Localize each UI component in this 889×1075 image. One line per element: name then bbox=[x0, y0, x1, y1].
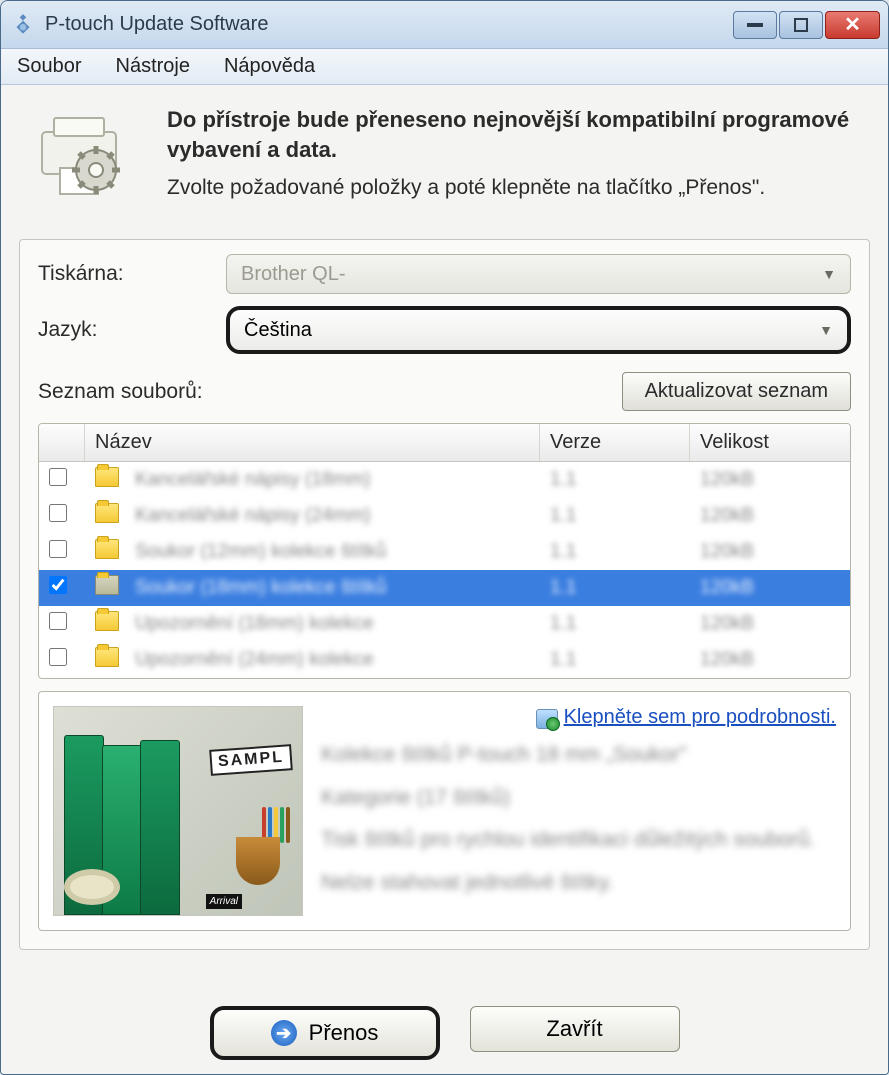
close-dialog-button[interactable]: Zavřít bbox=[470, 1006, 680, 1052]
col-size[interactable]: Velikost bbox=[690, 424, 850, 461]
language-combo[interactable]: Čeština ▼ bbox=[226, 306, 851, 354]
menu-file[interactable]: Soubor bbox=[11, 51, 88, 82]
row-name: Kancelářské nápisy (24mm) bbox=[135, 505, 370, 526]
row-version: 1.1 bbox=[550, 613, 576, 634]
row-version: 1.1 bbox=[550, 541, 576, 562]
col-version[interactable]: Verze bbox=[540, 424, 690, 461]
app-icon bbox=[9, 11, 37, 39]
row-version: 1.1 bbox=[550, 649, 576, 670]
col-name[interactable]: Název bbox=[85, 424, 540, 461]
table-row[interactable]: Kancelářské nápisy (24mm) 1.1 120kB bbox=[39, 498, 850, 534]
folder-icon bbox=[95, 539, 119, 559]
header-instruction: Zvolte požadované položky a poté klepnět… bbox=[167, 174, 864, 202]
transfer-label: Přenos bbox=[309, 1020, 379, 1046]
row-version: 1.1 bbox=[550, 469, 576, 490]
detail-body: Klepněte sem pro podrobnosti. Kolekce št… bbox=[321, 706, 836, 899]
header-texts: Do přístroje bude přeneseno nejnovější k… bbox=[167, 105, 864, 215]
title-bar: P-touch Update Software ✕ bbox=[1, 1, 888, 49]
close-button[interactable]: ✕ bbox=[825, 11, 880, 39]
language-label: Jazyk: bbox=[38, 318, 208, 342]
row-version: 1.1 bbox=[550, 577, 576, 598]
table-row[interactable]: Soukor (18mm) kolekce štítků 1.1 120kB bbox=[39, 570, 850, 606]
row-checkbox[interactable] bbox=[49, 468, 67, 486]
minimize-button[interactable] bbox=[733, 11, 777, 39]
printer-row: Tiskárna: Brother QL- ▼ bbox=[38, 254, 851, 294]
row-size: 120kB bbox=[700, 469, 754, 490]
folder-icon bbox=[95, 647, 119, 667]
printer-value: Brother QL- bbox=[241, 263, 345, 286]
menu-tools[interactable]: Nástroje bbox=[110, 51, 196, 82]
row-checkbox[interactable] bbox=[49, 648, 67, 666]
row-version: 1.1 bbox=[550, 505, 576, 526]
folder-icon bbox=[95, 575, 119, 595]
chevron-down-icon: ▼ bbox=[822, 266, 836, 282]
printer-gear-icon bbox=[25, 105, 145, 215]
row-checkbox[interactable] bbox=[49, 612, 67, 630]
arrow-right-circle-icon: ➔ bbox=[271, 1020, 297, 1046]
folder-icon bbox=[95, 611, 119, 631]
row-name: Soukor (12mm) kolekce štítků bbox=[135, 541, 386, 562]
details-link[interactable]: Klepněte sem pro podrobnosti. bbox=[564, 706, 836, 728]
window-buttons: ✕ bbox=[733, 11, 880, 39]
table-row[interactable]: Soukor (12mm) kolekce štítků 1.1 120kB bbox=[39, 534, 850, 570]
printer-combo[interactable]: Brother QL- ▼ bbox=[226, 254, 851, 294]
detail-line: Kategorie (17 štítků) bbox=[321, 782, 836, 815]
language-value: Čeština bbox=[244, 319, 312, 342]
row-name: Soukor (18mm) kolekce štítků bbox=[135, 577, 386, 598]
detail-panel: SAMPL Arrival Klepněte sem pro podrobnos… bbox=[38, 691, 851, 931]
footer-buttons: ➔ Přenos Zavřít bbox=[1, 1006, 888, 1060]
header-section: Do přístroje bude přeneseno nejnovější k… bbox=[19, 99, 870, 225]
globe-doc-icon bbox=[536, 709, 558, 729]
main-panel: Tiskárna: Brother QL- ▼ Jazyk: Čeština ▼ bbox=[19, 239, 870, 950]
window-title: P-touch Update Software bbox=[45, 13, 733, 36]
preview-thumbnail: SAMPL Arrival bbox=[53, 706, 303, 916]
row-checkbox[interactable] bbox=[49, 504, 67, 522]
printer-label: Tiskárna: bbox=[38, 262, 208, 286]
detail-line: Tisk štítků pro rychlou identifikaci důl… bbox=[321, 824, 836, 857]
row-size: 120kB bbox=[700, 577, 754, 598]
detail-line: Kolekce štítků P-touch 18 mm „Soukor" bbox=[321, 739, 836, 772]
file-list-title: Seznam souborů: bbox=[38, 380, 203, 404]
row-name: Upozornění (18mm) kolekce bbox=[135, 613, 374, 634]
table-row[interactable]: Kancelářské nápisy (18mm) 1.1 120kB bbox=[39, 462, 850, 498]
chevron-down-icon: ▼ bbox=[819, 322, 833, 338]
row-name: Upozornění (24mm) kolekce bbox=[135, 649, 374, 670]
folder-icon bbox=[95, 503, 119, 523]
list-head-row: Seznam souborů: Aktualizovat seznam bbox=[38, 372, 851, 411]
row-checkbox[interactable] bbox=[49, 540, 67, 558]
menu-help[interactable]: Nápověda bbox=[218, 51, 321, 82]
row-size: 120kB bbox=[700, 649, 754, 670]
row-size: 120kB bbox=[700, 505, 754, 526]
menu-bar: Soubor Nástroje Nápověda bbox=[1, 49, 888, 85]
folder-icon bbox=[95, 467, 119, 487]
detail-line: Nelze stahovat jednotlivé štítky. bbox=[321, 867, 836, 900]
file-list: Název Verze Velikost Kancelářské nápisy … bbox=[38, 423, 851, 679]
app-window: P-touch Update Software ✕ Soubor Nástroj… bbox=[0, 0, 889, 1075]
row-name: Kancelářské nápisy (18mm) bbox=[135, 469, 370, 490]
file-list-header: Název Verze Velikost bbox=[39, 424, 850, 462]
client-area: Do přístroje bude přeneseno nejnovější k… bbox=[1, 85, 888, 1074]
maximize-button[interactable] bbox=[779, 11, 823, 39]
refresh-list-button[interactable]: Aktualizovat seznam bbox=[622, 372, 851, 411]
row-checkbox[interactable] bbox=[49, 576, 67, 594]
transfer-button[interactable]: ➔ Přenos bbox=[210, 1006, 440, 1060]
row-size: 120kB bbox=[700, 541, 754, 562]
table-row[interactable]: Upozornění (24mm) kolekce 1.1 120kB bbox=[39, 642, 850, 678]
header-bold: Do přístroje bude přeneseno nejnovější k… bbox=[167, 105, 864, 164]
language-row: Jazyk: Čeština ▼ bbox=[38, 306, 851, 354]
table-row[interactable]: Upozornění (18mm) kolekce 1.1 120kB bbox=[39, 606, 850, 642]
row-size: 120kB bbox=[700, 613, 754, 634]
detail-link-row: Klepněte sem pro podrobnosti. bbox=[321, 706, 836, 729]
